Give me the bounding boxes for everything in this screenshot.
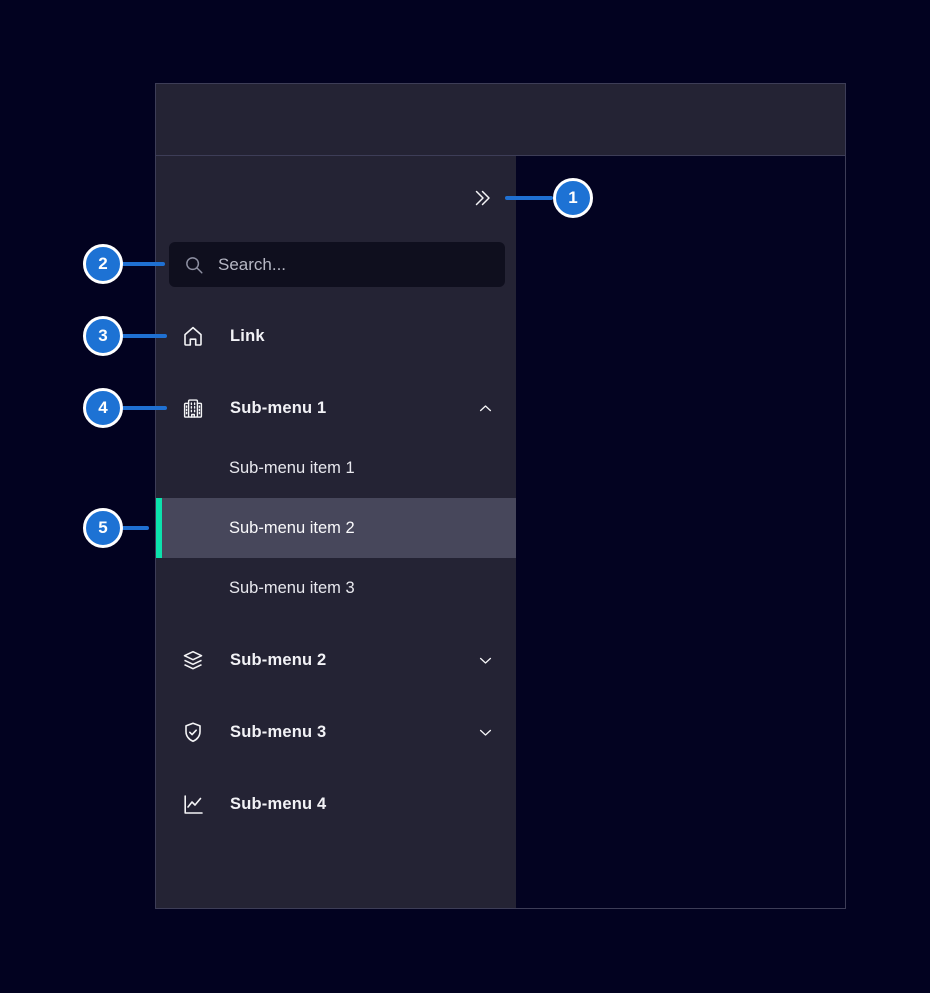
submenu-1-children: Sub-menu item 1 Sub-menu item 2 Sub-menu… (156, 438, 516, 618)
shield-check-icon (181, 720, 205, 744)
app-body: Link Sub-menu 1 (156, 156, 845, 908)
callout-line-5 (121, 526, 149, 530)
sidebar-item-label: Sub-menu 4 (230, 795, 326, 814)
app-header (156, 84, 845, 156)
sidebar-item-label: Sub-menu 3 (230, 723, 326, 742)
sidebar-item-submenu-3[interactable]: Sub-menu 3 (156, 708, 516, 756)
sub-menu-item-3[interactable]: Sub-menu item 3 (156, 558, 516, 618)
app-window: Link Sub-menu 1 (155, 83, 846, 909)
callout-line-2 (121, 262, 165, 266)
sub-menu-item-1[interactable]: Sub-menu item 1 (156, 438, 516, 498)
callout-badge-2: 2 (83, 244, 123, 284)
sidebar-item-submenu-2[interactable]: Sub-menu 2 (156, 636, 516, 684)
callout-line-4 (121, 406, 167, 410)
chevron-down-icon (477, 724, 494, 741)
sidebar-item-label: Sub-menu 2 (230, 651, 326, 670)
layers-icon (181, 648, 205, 672)
double-chevron-right-icon (470, 186, 494, 210)
sidebar-collapse-button[interactable] (466, 182, 498, 214)
page-background: { "panel": { "header_bg": "#242334", "bo… (0, 0, 930, 993)
home-icon (181, 324, 205, 348)
chevron-up-icon (477, 400, 494, 417)
sidebar: Link Sub-menu 1 (156, 156, 516, 908)
callout-line-1 (505, 196, 553, 200)
sidebar-item-label: Sub-menu 1 (230, 399, 326, 418)
callout-badge-4: 4 (83, 388, 123, 428)
sidebar-item-submenu-1[interactable]: Sub-menu 1 (156, 384, 516, 432)
sidebar-item-label: Link (230, 327, 265, 346)
line-chart-icon (181, 792, 205, 816)
chevron-down-icon (477, 652, 494, 669)
callout-badge-1: 1 (553, 178, 593, 218)
search-input[interactable] (218, 255, 505, 275)
sub-menu-item-2-selected[interactable]: Sub-menu item 2 (156, 498, 516, 558)
sidebar-collapse-row (156, 156, 516, 240)
callout-badge-5: 5 (83, 508, 123, 548)
sub-item-label: Sub-menu item 2 (229, 519, 355, 538)
callout-line-3 (121, 334, 167, 338)
sub-item-label: Sub-menu item 1 (229, 459, 355, 478)
sub-item-label: Sub-menu item 3 (229, 579, 355, 598)
main-content (516, 156, 845, 908)
callout-badge-3: 3 (83, 316, 123, 356)
sidebar-item-link[interactable]: Link (156, 312, 516, 360)
search-icon (183, 254, 205, 276)
buildings-icon (181, 396, 205, 420)
sidebar-nav: Link Sub-menu 1 (156, 287, 516, 828)
sidebar-item-submenu-4[interactable]: Sub-menu 4 (156, 780, 516, 828)
search-box[interactable] (169, 242, 505, 287)
